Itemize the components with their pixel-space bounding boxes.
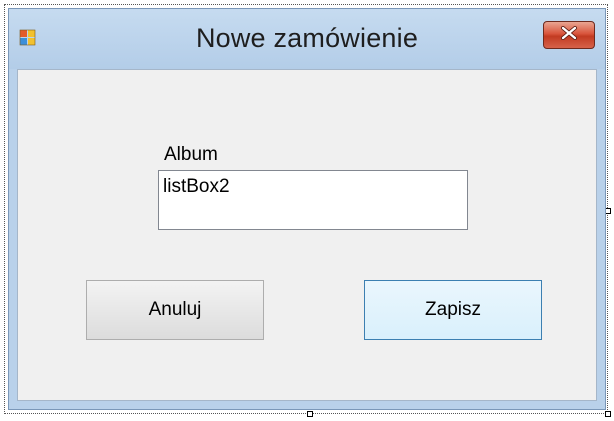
form-window: Nowe zamówienie Album listBox2 Anuluj Za… [8, 8, 606, 410]
album-listbox[interactable]: listBox2 [158, 170, 468, 230]
close-button[interactable] [543, 21, 595, 49]
album-label: Album [164, 144, 218, 165]
cancel-button[interactable]: Anuluj [86, 280, 264, 340]
form-client-area: Album listBox2 Anuluj Zapisz [17, 69, 597, 401]
resize-handle-corner[interactable] [605, 411, 611, 417]
resize-handle-bottom[interactable] [307, 411, 313, 417]
window-title: Nowe zamówienie [195, 23, 419, 53]
close-icon [560, 25, 578, 45]
designer-canvas: Nowe zamówienie Album listBox2 Anuluj Za… [0, 0, 614, 421]
save-button[interactable]: Zapisz [364, 280, 542, 340]
title-bar[interactable]: Nowe zamówienie [9, 9, 605, 69]
listbox-item[interactable]: listBox2 [163, 176, 230, 198]
